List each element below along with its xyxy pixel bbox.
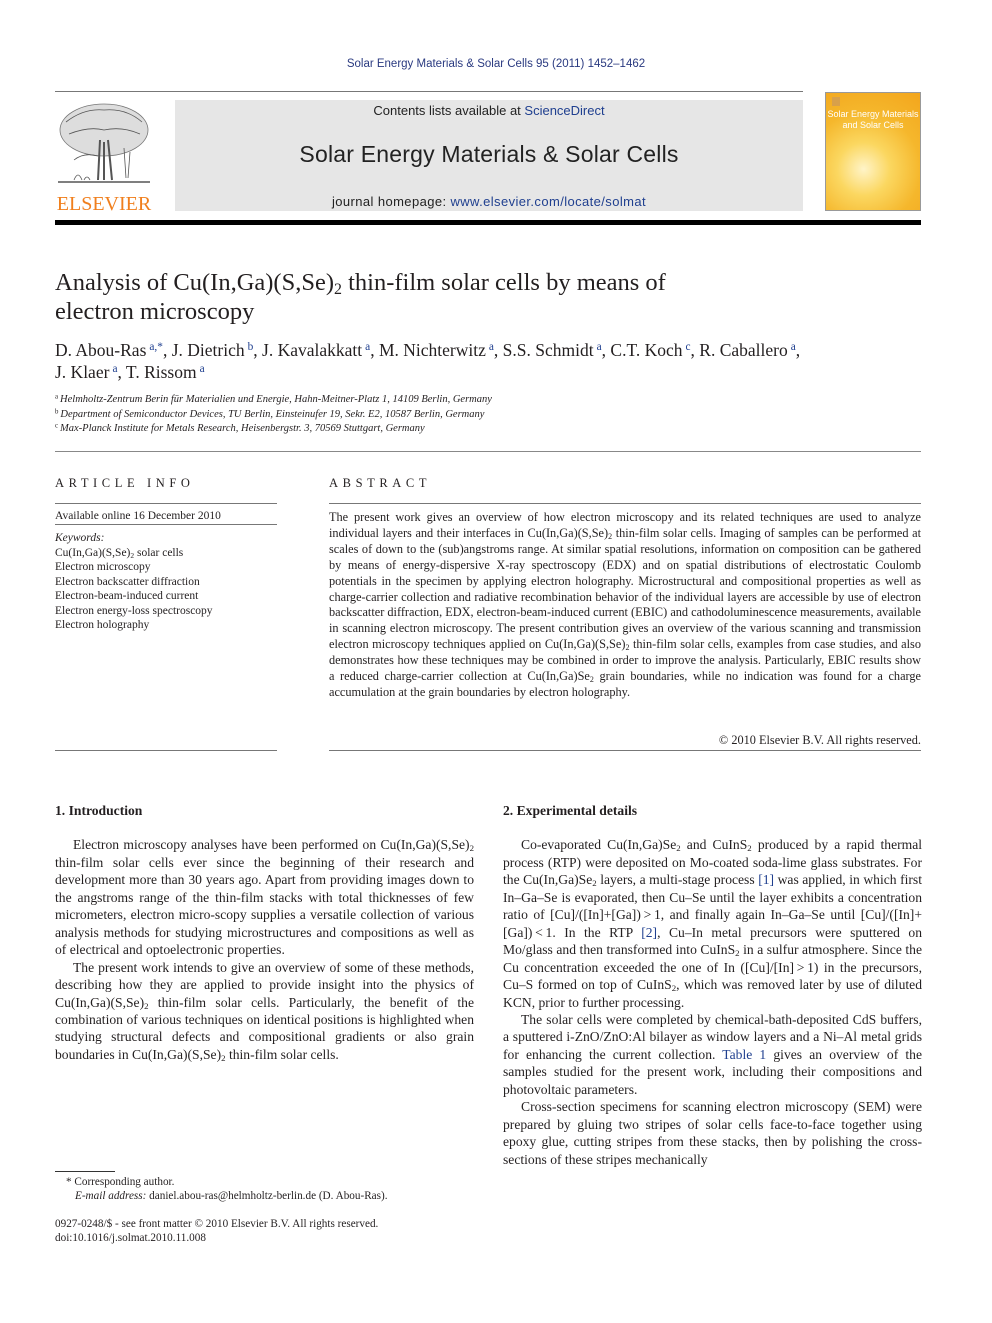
keyword-item[interactable]: Electron backscatter diffraction <box>55 575 277 590</box>
reference-link-2[interactable]: [2] <box>641 925 657 940</box>
journal-masthead: Contents lists available at ScienceDirec… <box>175 100 803 211</box>
author-separator: , <box>690 340 700 360</box>
email-note: E-mail address: daniel.abou-ras@helmholt… <box>75 1190 388 1202</box>
affiliation-marker: a <box>55 393 59 401</box>
abstract-bottom-rule <box>329 750 921 751</box>
article-title: Analysis of Cu(In,Ga)(S,Se)2 thin-film s… <box>55 269 666 325</box>
intro-paragraph: The present work intends to give an over… <box>55 959 474 1064</box>
abstract-rule <box>329 503 921 504</box>
experimental-paragraph: The solar cells were completed by chemic… <box>503 1011 922 1097</box>
keyword-item[interactable]: Electron microscopy <box>55 560 277 575</box>
author-name[interactable]: T. Rissom <box>126 362 197 382</box>
affiliation-text: Department of Semiconductor Devices, TU … <box>60 408 485 420</box>
section-rule <box>55 451 921 452</box>
author-name[interactable]: R. Caballero <box>699 340 787 360</box>
header-rule <box>55 91 803 92</box>
table-1-link[interactable]: Table 1 <box>722 1047 766 1062</box>
affiliation-text: Helmholtz-Zentrum Berin für Materialien … <box>60 394 492 405</box>
author-name[interactable]: M. Nichterwitz <box>379 340 486 360</box>
journal-name: Solar Energy Materials & Solar Cells <box>299 141 679 167</box>
available-online: Available online 16 December 2010 <box>55 510 221 522</box>
intro-paragraph: Electron microscopy analyses have been p… <box>55 837 474 958</box>
author-separator: , <box>162 340 172 360</box>
footnote-rule <box>55 1171 115 1172</box>
keyword-item[interactable]: Cu(In,Ga)(S,Se)2 solar cells <box>55 546 277 561</box>
elsevier-wordmark: ELSEVIER <box>56 193 152 215</box>
issn-line: 0927-0248/$ - see front matter © 2010 El… <box>55 1218 379 1230</box>
abstract-heading: ABSTRACT <box>329 476 432 490</box>
introduction-heading: 1. Introduction <box>55 803 143 818</box>
author-name[interactable]: D. Abou-Ras <box>55 340 146 360</box>
author-email[interactable]: daniel.abou-ras@helmholtz-berlin.de (D. … <box>146 1190 387 1202</box>
author-separator: , <box>253 340 263 360</box>
abstract-text: The present work gives an overview of ho… <box>329 510 922 699</box>
experimental-section: 2. Experimental details Co-evaporated Cu… <box>503 802 922 1168</box>
affiliation-item: c Max-Planck Institute for Metals Researc… <box>55 422 855 437</box>
masthead-rule <box>55 220 921 225</box>
author-separator: , <box>117 362 126 382</box>
author-affiliation-marker[interactable]: a <box>200 363 205 375</box>
running-head[interactable]: Solar Energy Materials & Solar Cells 95 … <box>0 58 992 70</box>
author-name[interactable]: S.S. Schmidt <box>503 340 594 360</box>
author-list: D. Abou-Ras a,*, J. Dietrich b, J. Kavalak… <box>55 339 925 383</box>
affiliation-item: b Department of Semiconductor Devices, TU… <box>55 408 855 423</box>
introduction-section: 1. Introduction Electron microscopy anal… <box>55 802 474 1063</box>
author-name[interactable]: J. Klaer <box>55 362 109 382</box>
sciencedirect-link[interactable]: ScienceDirect <box>524 103 604 118</box>
keyword-item[interactable]: Electron holography <box>55 618 277 633</box>
author-separator: , <box>370 340 379 360</box>
contents-line: Contents lists available at ScienceDirec… <box>373 103 605 118</box>
affiliations: a Helmholtz-Zentrum Berin für Materialien… <box>55 393 855 437</box>
elsevier-logo[interactable]: ELSEVIER <box>54 100 154 215</box>
author-name[interactable]: J. Dietrich <box>172 340 245 360</box>
cover-logo-icon <box>832 97 840 106</box>
keyword-item[interactable]: Electron energy-loss spectroscopy <box>55 604 277 619</box>
author-separator: , <box>493 340 503 360</box>
article-info-rule <box>55 503 277 504</box>
author-name[interactable]: J. Kavalakkatt <box>262 340 362 360</box>
doi-link[interactable]: doi:10.1016/j.solmat.2010.11.008 <box>55 1231 206 1246</box>
experimental-paragraph: Co-evaporated Cu(In,Ga)Se2 and CuInS2 pr… <box>503 837 923 1010</box>
experimental-heading: 2. Experimental details <box>503 803 638 818</box>
journal-cover-thumbnail[interactable]: Solar Energy Materials and Solar Cells <box>825 92 921 211</box>
keywords-label: Keywords: <box>55 532 105 544</box>
homepage-line: journal homepage: www.elsevier.com/locat… <box>331 194 646 209</box>
author-affiliation-marker[interactable]: a,* <box>149 341 163 353</box>
keywords-block: Keywords: Cu(In,Ga)(S,Se)2 solar cells E… <box>55 531 277 633</box>
affiliation-marker: b <box>55 408 59 416</box>
journal-homepage-link[interactable]: www.elsevier.com/locate/solmat <box>450 194 646 209</box>
article-info-heading: ARTICLE INFO <box>55 476 195 490</box>
author-name[interactable]: C.T. Koch <box>610 340 682 360</box>
affiliation-text: Max-Planck Institute for Metals Research… <box>60 423 425 434</box>
reference-link-1[interactable]: [1] <box>758 872 774 887</box>
affiliation-item: a Helmholtz-Zentrum Berin für Materialien… <box>55 393 855 408</box>
author-separator: , <box>795 340 801 360</box>
cover-title: Solar Energy Materials and Solar Cells <box>827 109 919 130</box>
article-info-rule-2 <box>55 524 277 525</box>
abstract-copyright: © 2010 Elsevier B.V. All rights reserved… <box>718 733 921 747</box>
elsevier-tree-icon <box>58 103 150 183</box>
keyword-item[interactable]: Electron-beam-induced current <box>55 589 277 604</box>
affiliation-marker: c <box>55 422 59 430</box>
experimental-paragraph: Cross-section specimens for scanning ele… <box>503 1099 922 1167</box>
corresponding-author-note: * Corresponding author. <box>66 1176 175 1188</box>
article-info-bottom-rule <box>55 750 277 751</box>
